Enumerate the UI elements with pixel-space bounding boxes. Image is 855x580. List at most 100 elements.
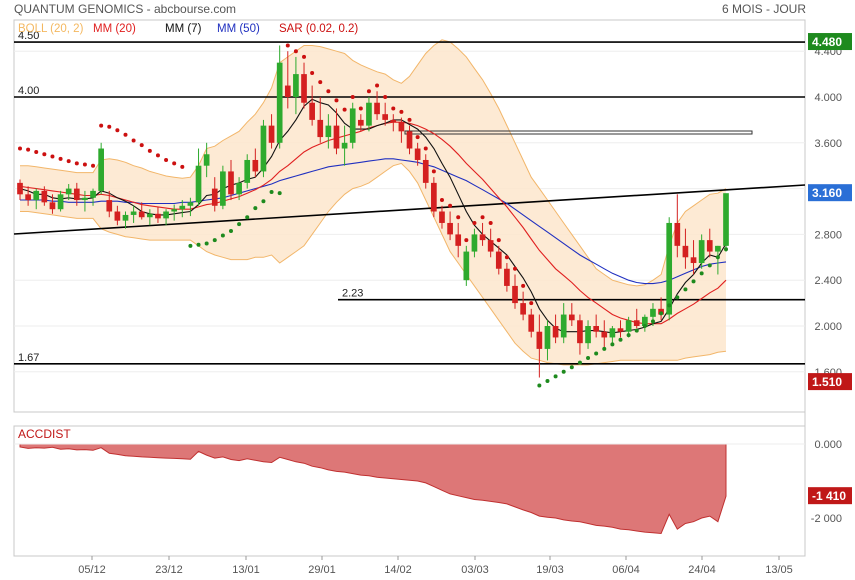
price-tick-label: 3.600 [814, 138, 842, 150]
sar-dot [602, 346, 607, 351]
candle-up [82, 197, 88, 201]
candle-down [455, 234, 462, 246]
candle-down [25, 194, 31, 201]
sar-dot [569, 365, 574, 370]
sar-dot [537, 383, 542, 388]
candle-up [276, 62, 283, 143]
candle-down [568, 314, 575, 321]
sar-dot [26, 147, 31, 152]
candle-up [122, 214, 129, 221]
accdist-tick-label: -2 000 [811, 513, 842, 525]
candle-down [536, 331, 543, 349]
sar-dot [586, 356, 591, 361]
sar-dot [561, 369, 566, 374]
sar-dot [342, 107, 347, 112]
sar-dot [155, 153, 160, 158]
sar-dot [188, 243, 193, 248]
candle-up [171, 209, 178, 212]
candle-up [293, 74, 299, 97]
candle-up [244, 159, 251, 183]
accdist-tick-label: 0.000 [814, 439, 842, 451]
sar-dot [34, 149, 39, 154]
sar-dot [659, 311, 664, 316]
sar-dot [277, 191, 282, 196]
sar-dot [715, 255, 720, 260]
sar-dot [675, 295, 680, 300]
sar-dot [431, 169, 436, 174]
candle-down [382, 114, 389, 120]
sar-dot [147, 148, 152, 153]
level-label: 1.67 [18, 352, 39, 364]
sar-dot [391, 106, 396, 111]
accdist-badge: -1 410 [812, 489, 846, 503]
candle-down [633, 320, 640, 326]
price-badge: 3.160 [812, 186, 842, 200]
candle-up [349, 108, 356, 143]
candle-up [625, 320, 632, 332]
sar-dot [399, 109, 404, 114]
sar-dot [577, 360, 582, 365]
x-tick-label: 29/01 [308, 564, 336, 576]
candle-up [609, 328, 616, 338]
sar-dot [423, 146, 428, 151]
sar-dot [180, 164, 185, 169]
candle-down [106, 200, 113, 212]
x-tick-label: 13/01 [232, 564, 260, 576]
sar-dot [667, 303, 672, 308]
price-tick-label: 4.000 [814, 92, 842, 104]
candle-down [309, 102, 315, 120]
sar-dot [269, 190, 274, 195]
candle-down [333, 125, 340, 149]
legend-item: MM (7) [165, 23, 202, 35]
candle-down [357, 119, 364, 126]
sar-dot [724, 247, 728, 252]
candle-up [65, 188, 72, 195]
sar-dot [50, 154, 55, 159]
candle-up [179, 205, 186, 210]
sar-dot [74, 161, 79, 166]
sar-dot [350, 95, 355, 99]
sar-dot [302, 54, 307, 59]
candle-down [390, 119, 397, 123]
sar-dot [42, 152, 47, 157]
candle-down [284, 85, 291, 97]
candle-up [163, 211, 169, 219]
sar-dot [456, 215, 461, 220]
candle-up [366, 102, 372, 126]
candle-down [155, 213, 161, 219]
price-tick-label: 2.400 [814, 275, 842, 287]
sar-dot [310, 70, 315, 75]
candle-down [447, 222, 453, 235]
sar-dot [91, 163, 96, 168]
candle-down [73, 188, 80, 201]
candle-down [374, 102, 380, 115]
sar-dot [513, 266, 518, 271]
candle-down [252, 159, 259, 172]
candle-up [130, 211, 137, 215]
sar-dot [334, 98, 339, 103]
sar-dot [448, 203, 453, 208]
legend-item: SAR (0.02, 0.2) [279, 23, 358, 35]
candle-down [504, 268, 510, 286]
sar-dot [488, 220, 493, 225]
sar-dot [237, 222, 242, 227]
sar-dot [366, 89, 371, 94]
sar-dot [642, 324, 647, 328]
sar-dot [618, 337, 623, 342]
candle-down [431, 182, 437, 212]
accdist-fill [19, 443, 727, 535]
candle-down [49, 202, 56, 210]
candle-up [33, 190, 40, 201]
legend-item: MM (20) [93, 23, 136, 35]
sar-dot [634, 328, 639, 333]
sar-dot [699, 271, 704, 276]
x-tick-label: 05/12 [78, 564, 106, 576]
sar-dot [521, 283, 526, 288]
candle-up [585, 326, 591, 344]
candle-down [439, 211, 445, 223]
sar-dot [228, 228, 233, 233]
candle-down [228, 171, 234, 195]
sar-dot [196, 242, 201, 247]
stock-chart: 4.504.002.231.67 4.4004.0003.6003.2002.8… [13, 2, 852, 576]
price-badge: 1.510 [812, 375, 842, 389]
